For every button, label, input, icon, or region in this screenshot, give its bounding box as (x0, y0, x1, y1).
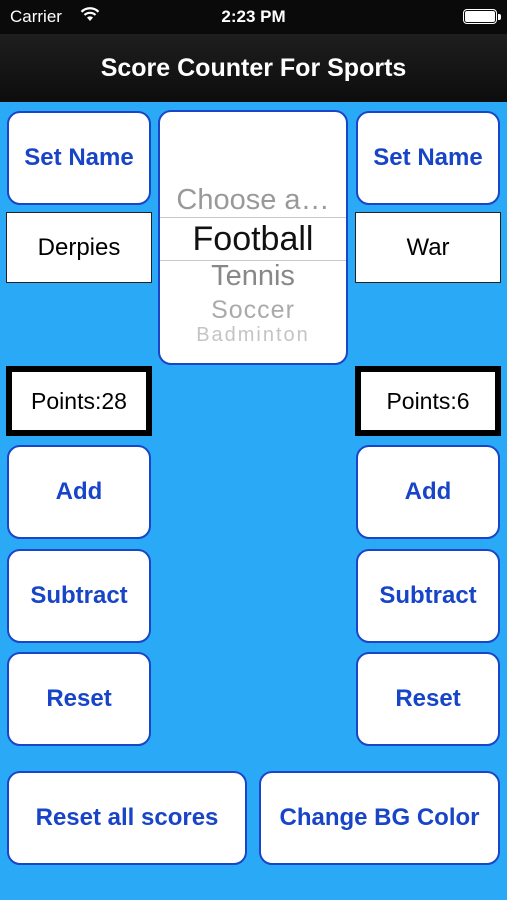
right-subtract-button[interactable]: Subtract (356, 549, 500, 643)
picker-option-selected[interactable]: Football (160, 220, 346, 259)
left-reset-button[interactable]: Reset (7, 652, 151, 746)
change-bg-color-button[interactable]: Change BG Color (259, 771, 500, 865)
status-bar: Carrier 2:23 PM (0, 0, 507, 34)
left-add-button[interactable]: Add (7, 445, 151, 539)
clock: 2:23 PM (221, 7, 286, 26)
right-reset-button[interactable]: Reset (356, 652, 500, 746)
left-subtract-button[interactable]: Subtract (7, 549, 151, 643)
battery-icon (463, 9, 501, 24)
reset-all-scores-button[interactable]: Reset all scores (7, 771, 247, 865)
picker-option[interactable]: Tennis (160, 260, 346, 293)
right-team-name-field[interactable]: War (355, 212, 501, 283)
nav-title: Score Counter For Sports (100, 54, 407, 82)
sport-picker[interactable]: Choose a… Football Tennis Soccer Badmint… (158, 110, 348, 365)
picker-selection-top-line (160, 217, 346, 218)
left-team-name-field[interactable]: Derpies (6, 212, 152, 283)
nav-bar: Score Counter For Sports (0, 34, 507, 102)
right-points-display: Points:6 (355, 366, 501, 436)
left-set-name-button[interactable]: Set Name (7, 111, 151, 205)
picker-option[interactable]: Soccer (160, 296, 346, 325)
picker-option[interactable]: Badminton (160, 324, 346, 347)
right-set-name-button[interactable]: Set Name (356, 111, 500, 205)
left-points-display: Points:28 (6, 366, 152, 436)
picker-option[interactable]: Choose a… (160, 184, 346, 217)
right-add-button[interactable]: Add (356, 445, 500, 539)
